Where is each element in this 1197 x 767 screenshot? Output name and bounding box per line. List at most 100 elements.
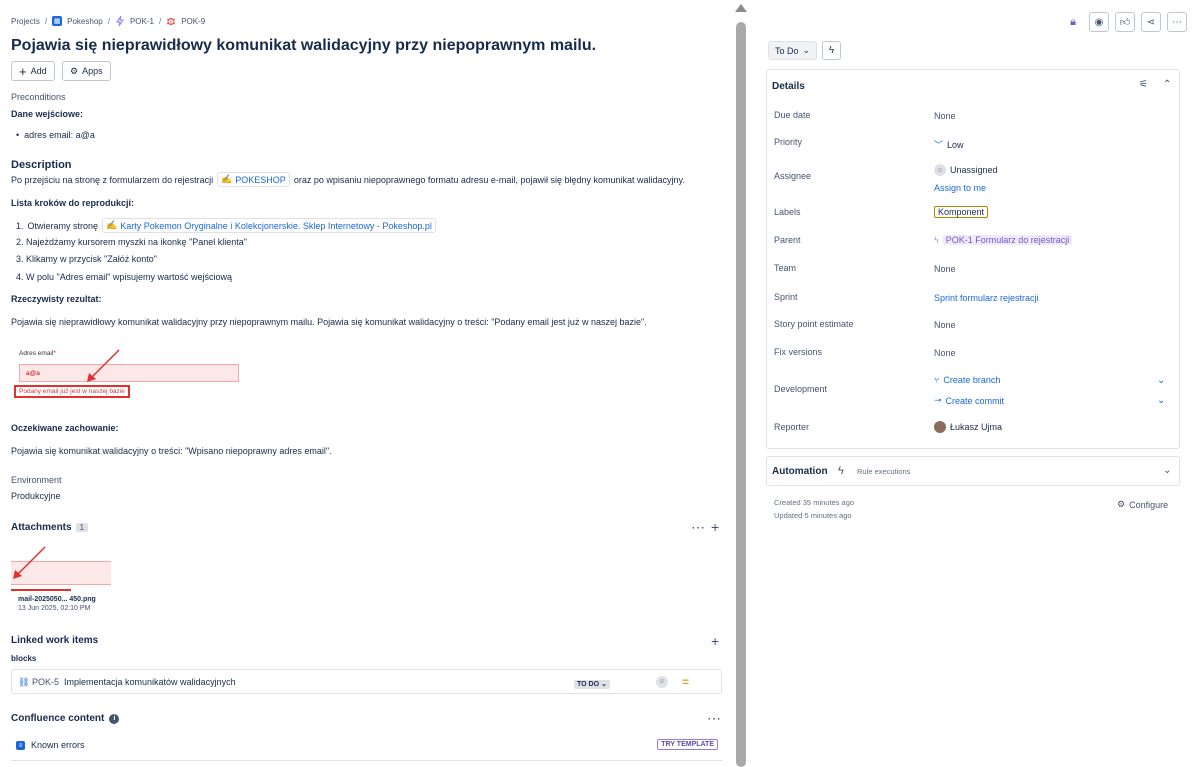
fix-versions-value[interactable]: None xyxy=(934,348,956,358)
link-relation: blocks xyxy=(11,654,37,663)
chevron-down-icon[interactable]: ⌄ xyxy=(1157,375,1165,386)
add-link-icon[interactable]: + xyxy=(711,634,719,648)
breadcrumb-issue[interactable]: POK-9 xyxy=(181,17,205,26)
thumbs-up-icon: 👍︎ xyxy=(1119,17,1131,28)
like-button[interactable]: 👍︎ xyxy=(1115,12,1135,32)
branch-icon: ⑂ xyxy=(934,375,940,385)
project-icon: ▦ xyxy=(52,16,63,26)
breadcrumb: Projects / ▦ Pokeshop / POK-1 / POK-9 xyxy=(11,16,205,26)
apps-button[interactable]: ⚙ Apps xyxy=(62,61,111,81)
reporter-value-text: Łukasz Ujma xyxy=(950,422,1003,432)
epic-icon xyxy=(115,16,125,26)
pokeshop-logo-icon: ✍ xyxy=(221,174,233,184)
breadcrumb-parent[interactable]: POK-1 xyxy=(130,17,154,26)
eye-icon: ◉ xyxy=(1094,16,1104,28)
sidebar: 🔒︎ ◉ 👍︎ ⋖ ⋯ To Do ⌄ ϟ Details ⚟ ⌃ Due da… xyxy=(760,0,1197,767)
attachments-heading-text: Attachments xyxy=(11,522,72,533)
chevron-down-icon[interactable]: ⌄ xyxy=(1163,465,1171,476)
details-heading[interactable]: Details xyxy=(772,81,805,92)
subtask-icon: ⛓ xyxy=(18,677,30,687)
more-actions-button[interactable]: ⋯ xyxy=(1167,12,1187,32)
linked-item-key[interactable]: POK-5 xyxy=(32,677,59,687)
watch-button[interactable]: ◉ xyxy=(1089,12,1109,32)
expected-text: Pojawia się komunikat walidacyjny o treś… xyxy=(11,446,332,456)
assignee-value[interactable]: ☺ Unassigned xyxy=(934,164,998,176)
add-button[interactable]: + Add xyxy=(11,61,55,81)
embedded-screenshot[interactable]: Adres email* a@a Podany email już jest w… xyxy=(11,346,251,402)
assign-to-me-link[interactable]: Assign to me xyxy=(934,183,986,193)
more-icon[interactable]: ⋯ xyxy=(707,711,721,725)
due-date-value[interactable]: None xyxy=(934,111,956,121)
lock-icon[interactable]: 🔒︎ xyxy=(1063,12,1083,32)
apps-icon: ⚙ xyxy=(70,65,79,76)
attachment-filename[interactable]: mail-2025050... 450.png xyxy=(18,596,96,603)
parent-link[interactable]: POK-1 Formularz do rejestracji xyxy=(942,235,1073,245)
pokeshop-link-text: POKESHOP xyxy=(235,174,286,185)
scrollbar[interactable] xyxy=(735,0,747,767)
breadcrumb-projects[interactable]: Projects xyxy=(11,17,40,26)
labels-value[interactable]: Komponent xyxy=(934,206,989,218)
issue-title[interactable]: Pojawia się nieprawidłowy komunikat wali… xyxy=(11,37,596,55)
sprint-value[interactable]: Sprint formularz rejestracji xyxy=(934,293,1039,303)
list-item: 1. Otwieramy stronę ✍ Karty Pokemon Oryg… xyxy=(16,218,436,233)
linked-item-assignee[interactable]: ☺ xyxy=(656,675,668,688)
development-label: Development xyxy=(774,384,828,394)
story-points-value[interactable]: None xyxy=(934,320,956,330)
add-attachment-icon[interactable]: + xyxy=(711,520,719,534)
attachments-count-badge: 1 xyxy=(75,523,89,532)
required-marker: * xyxy=(53,350,56,357)
automation-button[interactable]: ϟ xyxy=(822,41,841,60)
team-label: Team xyxy=(774,263,797,273)
status-dropdown[interactable]: To Do ⌄ xyxy=(768,41,818,60)
create-branch-link[interactable]: ⑂ Create branch xyxy=(934,375,1000,385)
status-lozenge: TO DO ⌄ xyxy=(574,680,610,689)
breadcrumb-separator: / xyxy=(158,16,162,26)
breadcrumb-project[interactable]: Pokeshop xyxy=(67,17,103,26)
linked-work-item[interactable]: ⛓ POK-5 Implementacja komunikatów walida… xyxy=(11,669,722,694)
arrow-icon xyxy=(87,349,120,382)
bug-icon xyxy=(166,16,176,26)
chevron-down-icon[interactable]: ⌄ xyxy=(1157,395,1165,406)
epic-icon: ϟ xyxy=(934,235,939,245)
linked-heading: Linked work items xyxy=(11,635,99,646)
preconditions-item: • adres email: a@a xyxy=(16,130,95,140)
environment-value[interactable]: Produkcyjne xyxy=(11,491,61,501)
scroll-up-arrow-icon[interactable] xyxy=(735,4,747,12)
reporter-value[interactable]: Łukasz Ujma xyxy=(934,421,1002,433)
assignee-label: Assignee xyxy=(774,171,812,181)
attachment-thumbnail[interactable] xyxy=(11,543,111,593)
scrollbar-thumb[interactable] xyxy=(736,22,746,767)
team-value[interactable]: None xyxy=(934,264,956,274)
list-item: 3. Klikamy w przycisk "Załóż konto" xyxy=(16,254,157,264)
pokeshop-smart-link[interactable]: ✍ POKESHOP xyxy=(217,172,290,187)
actual-heading: Rzeczywisty rezultat: xyxy=(11,294,102,304)
avatar xyxy=(934,421,946,433)
priority-value[interactable]: ﹀ Low xyxy=(934,138,964,151)
confluence-item-title[interactable]: Known errors xyxy=(31,740,85,750)
avatar: ☺ xyxy=(934,164,946,176)
attachment-date: 13 Jun 2025, 02:10 PM xyxy=(18,605,91,612)
list-number: 1. xyxy=(16,220,24,231)
create-commit-link[interactable]: ⊸ Create commit xyxy=(934,395,1004,406)
info-icon[interactable]: i xyxy=(109,713,120,724)
sprint-label: Sprint xyxy=(774,292,798,302)
share-button[interactable]: ⋖ xyxy=(1141,12,1161,32)
try-template-button[interactable]: TRY TEMPLATE xyxy=(657,739,718,750)
linked-item-status[interactable]: TO DO ⌄ xyxy=(574,678,610,689)
label-tag[interactable]: Komponent xyxy=(934,206,989,218)
commit-icon: ⊸ xyxy=(934,395,942,405)
chevron-up-icon[interactable]: ⌃ xyxy=(1163,79,1171,90)
more-icon[interactable]: ⋯ xyxy=(691,520,705,534)
more-icon: ⋯ xyxy=(1172,16,1182,28)
parent-value[interactable]: ϟ POK-1 Formularz do rejestracji xyxy=(934,235,1073,245)
confluence-item[interactable]: ≡ Known errors TRY TEMPLATE xyxy=(11,735,722,761)
linked-item-summary[interactable]: Implementacja komunikatów walidacyjnych xyxy=(64,677,236,687)
configure-fields-icon[interactable]: ⚟ xyxy=(1139,79,1148,90)
parent-label: Parent xyxy=(774,235,801,245)
automation-panel[interactable]: Automation ϟ Rule executions ⌄ xyxy=(766,456,1180,486)
configure-button[interactable]: ⚙ Configure xyxy=(1117,499,1168,510)
confluence-heading: Confluence content i xyxy=(11,713,120,724)
pokeshop-logo-icon: ✍ xyxy=(106,220,118,230)
description-paragraph: Po przejściu na stronę z formularzem do … xyxy=(11,172,685,187)
pokeshop-page-smart-link[interactable]: ✍ Karty Pokemon Oryginalne i Kolekcjoner… xyxy=(102,218,436,233)
